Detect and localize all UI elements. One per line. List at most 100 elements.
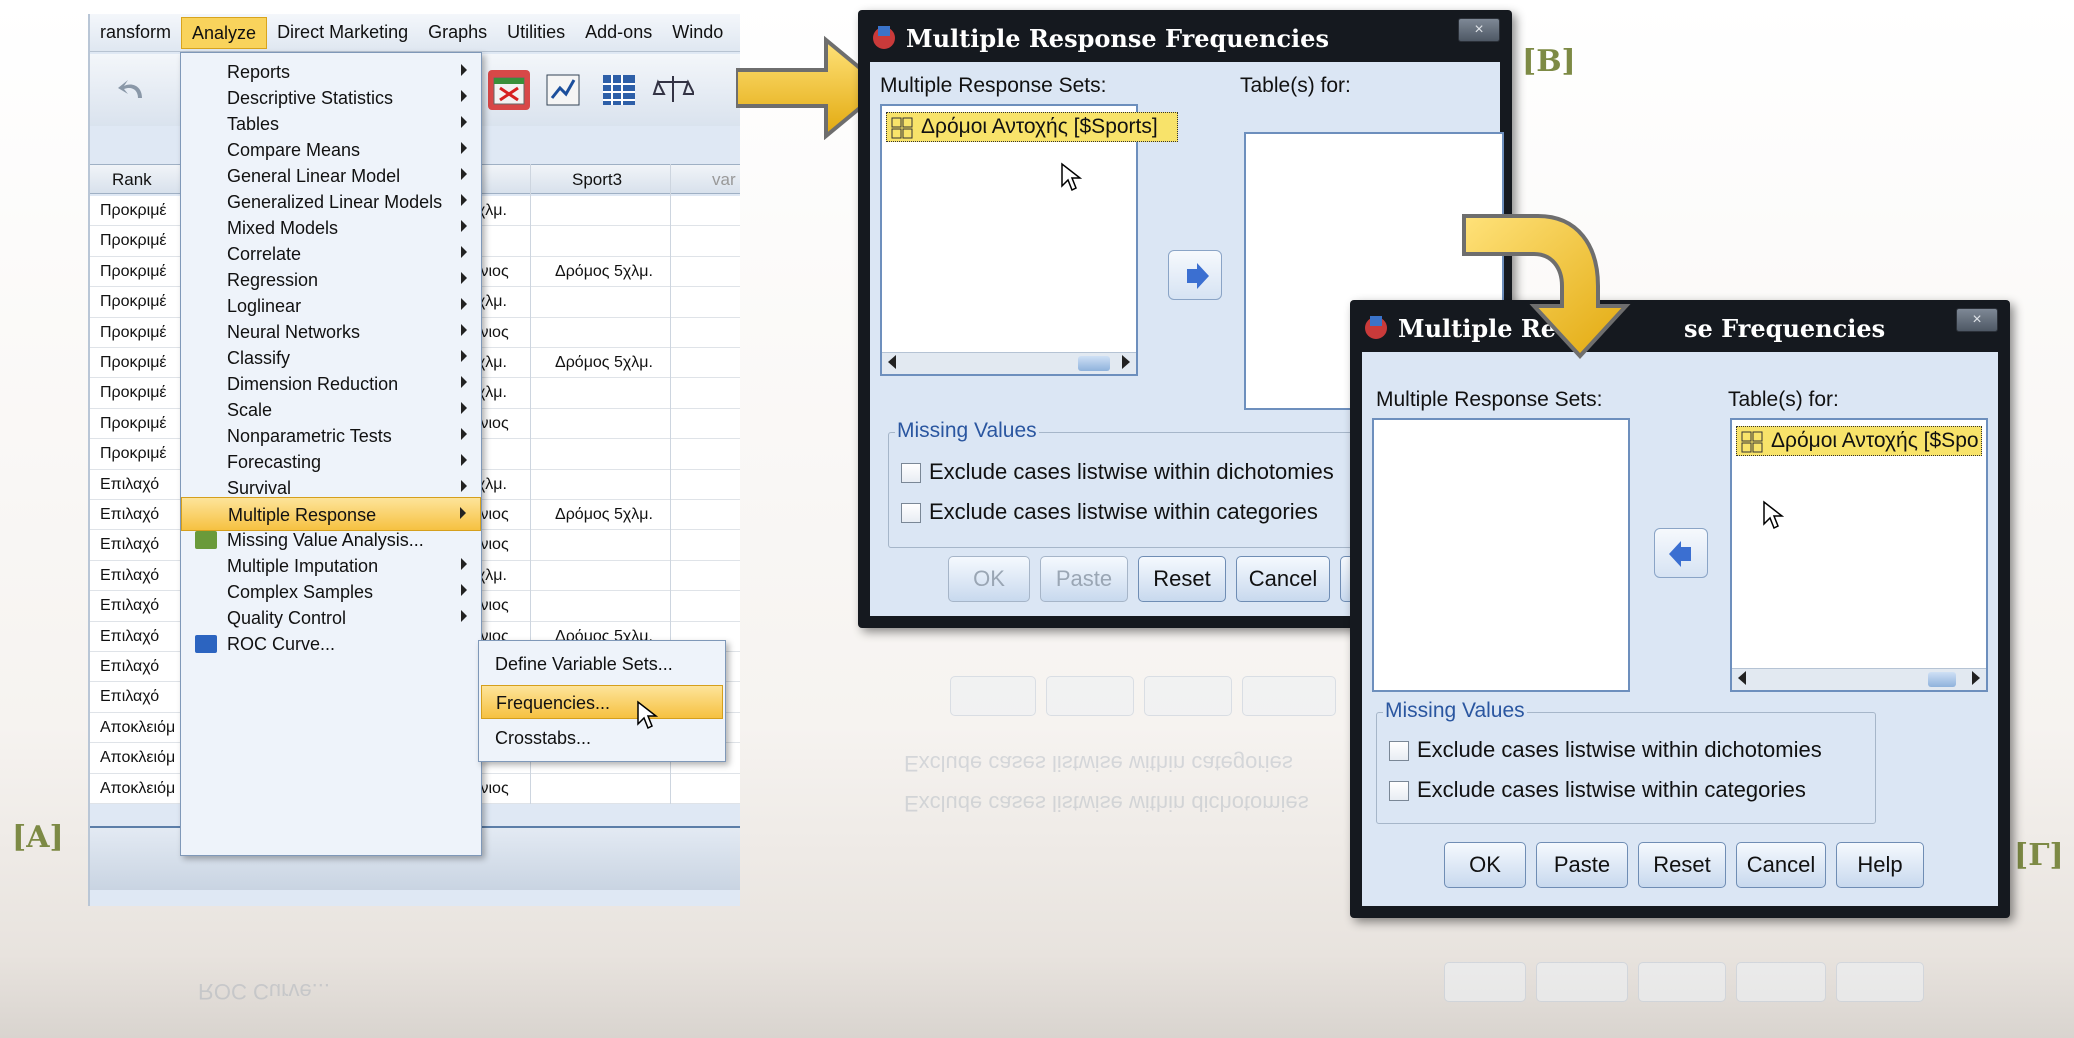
help-button[interactable]: Help (1836, 842, 1924, 888)
spss-app-icon (1362, 312, 1390, 340)
scroll-right-icon[interactable] (1122, 355, 1130, 369)
variables-icon[interactable] (598, 70, 640, 110)
table-cell[interactable]: Προκριμέ (100, 232, 182, 250)
submenu-arrow-icon (461, 220, 467, 232)
paste-button[interactable]: Paste (1536, 842, 1628, 888)
col-header-var[interactable]: var (712, 170, 736, 190)
step-label-a: [A] (12, 820, 64, 855)
mouse-pointer-icon (1762, 500, 1785, 535)
table-cell[interactable]: Επιλαχό (100, 567, 182, 585)
exclude-dichotomies-checkbox[interactable] (1389, 741, 1409, 761)
menu-graphs[interactable]: Graphs (418, 22, 497, 43)
weight-cases-icon[interactable] (652, 70, 696, 110)
submenu-arrow-icon (461, 90, 467, 102)
missing-values-title: Missing Values (1383, 699, 1527, 723)
menu-item-label: Forecasting (227, 452, 322, 472)
exclude-categories-checkbox[interactable] (1389, 781, 1409, 801)
sets-listbox[interactable]: Δρόμοι Αντοχής [$Sports] (880, 104, 1178, 376)
arrow-right-icon (1187, 263, 1209, 289)
table-cell[interactable]: Προκριμέ (100, 263, 182, 281)
missing-value-icon (195, 531, 217, 549)
table-cell[interactable]: Επιλαχό (100, 476, 182, 494)
scroll-left-icon[interactable] (888, 355, 896, 369)
menu-analyze[interactable]: Analyze (181, 16, 268, 49)
table-cell[interactable]: Αποκλειόμ (100, 780, 182, 798)
table-cell[interactable]: Προκριμέ (100, 202, 182, 220)
table-cell[interactable]: Αποκλειόμ (100, 719, 182, 737)
exclude-categories-label: Exclude cases listwise within categories (929, 499, 1318, 524)
close-button[interactable]: × (1956, 308, 1998, 332)
paste-button[interactable]: Paste (1040, 556, 1128, 602)
cancel-button[interactable]: Cancel (1236, 556, 1330, 602)
tables-listbox[interactable]: Δρόμοι Αντοχής [$Spo (1730, 418, 1988, 692)
table-cell[interactable]: Επιλαχό (100, 658, 182, 676)
move-left-button[interactable] (1654, 528, 1708, 578)
exclude-dichotomies-label: Exclude cases listwise within dichotomie… (929, 459, 1334, 484)
table-cell[interactable]: Επιλαχό (100, 536, 182, 554)
exclude-categories-checkbox[interactable] (901, 503, 921, 523)
submenu-arrow-icon (461, 584, 467, 596)
submenu-arrow-icon (461, 142, 467, 154)
table-cell[interactable]: Επιλαχό (100, 688, 182, 706)
menu-add-ons[interactable]: Add-ons (575, 22, 662, 43)
multiple-response-frequencies-dialog-result: Multiple Re se Frequencies × Multiple Re… (1350, 300, 2010, 918)
table-cell[interactable]: Δρόμος 5χλμ. (555, 263, 653, 281)
roc-curve-icon (195, 635, 217, 653)
horizontal-scrollbar[interactable] (1732, 668, 1986, 690)
submenu-arrow-icon (461, 194, 467, 206)
scroll-right-icon[interactable] (1972, 671, 1980, 685)
tables-label: Table(s) for: (1728, 388, 1839, 411)
menu-item-label: Multiple Imputation (227, 556, 379, 576)
table-cell[interactable]: Προκριμέ (100, 293, 182, 311)
sets-label: Multiple Response Sets: (1376, 388, 1603, 411)
move-right-button[interactable] (1168, 250, 1222, 300)
table-cell[interactable]: Δρόμος 5χλμ. (555, 354, 653, 372)
insert-cases-icon[interactable] (488, 70, 530, 110)
submenu-arrow-icon (461, 402, 467, 414)
table-cell[interactable]: Επιλαχό (100, 597, 182, 615)
scroll-thumb[interactable] (1078, 356, 1110, 371)
menu-item-crosstabs[interactable]: Crosstabs... (481, 721, 723, 755)
ok-button[interactable]: OK (1444, 842, 1526, 888)
menu-item-roc-curve[interactable]: ROC Curve... (181, 627, 481, 661)
menu-item-label: Survival (227, 478, 292, 498)
scroll-thumb[interactable] (1928, 672, 1956, 687)
reset-button[interactable]: Reset (1138, 556, 1226, 602)
exclude-dichotomies-checkbox[interactable] (901, 463, 921, 483)
table-cell[interactable]: Προκριμέ (100, 415, 182, 433)
sets-listbox[interactable] (1372, 418, 1630, 692)
ok-button[interactable]: OK (948, 556, 1030, 602)
table-cell[interactable]: Προκριμέ (100, 384, 182, 402)
submenu-arrow-icon (461, 116, 467, 128)
reflection-text: Exclude cases listwise within dichotomie… (904, 791, 1309, 816)
reset-button[interactable]: Reset (1638, 842, 1726, 888)
scroll-left-icon[interactable] (1738, 671, 1746, 685)
table-cell[interactable]: Δρόμος 5χλμ. (555, 506, 653, 524)
menu-item-frequencies[interactable]: Frequencies... (481, 685, 723, 719)
close-button[interactable]: × (1458, 18, 1500, 42)
menu-item-label: Generalized Linear Models (227, 192, 443, 212)
submenu-arrow-icon (461, 298, 467, 310)
sets-label: Multiple Response Sets: (880, 74, 1107, 97)
menu-direct-marketing[interactable]: Direct Marketing (267, 22, 418, 43)
table-cell[interactable]: Επιλαχό (100, 628, 182, 646)
cancel-button[interactable]: Cancel (1736, 842, 1826, 888)
multi-response-set-icon (891, 117, 913, 139)
horizontal-scrollbar[interactable] (882, 352, 1136, 374)
menu-item-define-variable-sets[interactable]: Define Variable Sets... (481, 647, 723, 681)
table-cell[interactable]: Προκριμέ (100, 445, 182, 463)
table-cell[interactable]: Προκριμέ (100, 354, 182, 372)
menu-utilities[interactable]: Utilities (497, 22, 575, 43)
table-cell[interactable]: Επιλαχό (100, 506, 182, 524)
list-item-sports-set[interactable]: Δρόμοι Αντοχής [$Sports] (886, 112, 1178, 142)
col-header-sport3[interactable]: Sport3 (572, 170, 622, 190)
table-cell[interactable]: Προκριμέ (100, 324, 182, 342)
undo-icon[interactable] (112, 70, 154, 110)
chart-builder-icon[interactable] (542, 70, 584, 110)
menu-transform[interactable]: ransform (90, 22, 181, 43)
list-item-sports-set[interactable]: Δρόμοι Αντοχής [$Spo (1736, 426, 1982, 456)
menu-window[interactable]: Windo (662, 22, 733, 43)
menu-item-label: Define Variable Sets... (495, 654, 673, 674)
col-header-rank[interactable]: Rank (112, 170, 152, 190)
table-cell[interactable]: Αποκλειόμ (100, 749, 182, 767)
